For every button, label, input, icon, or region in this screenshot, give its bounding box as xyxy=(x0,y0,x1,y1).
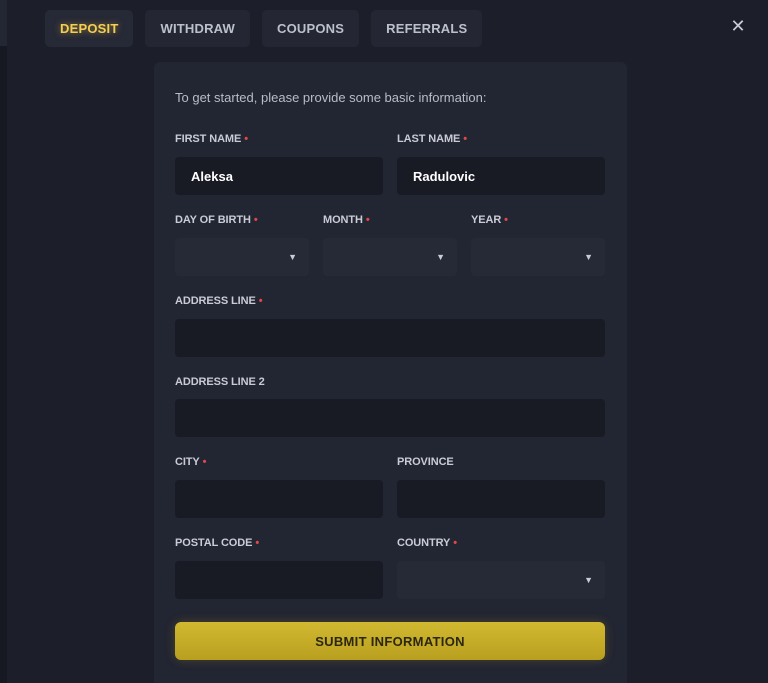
required-marker: • xyxy=(453,537,458,549)
month-select[interactable]: ▼ xyxy=(323,238,457,276)
required-marker: • xyxy=(258,295,263,307)
deposit-modal: DEPOSIT WITHDRAW COUPONS REFERRALS ✕ To … xyxy=(0,0,768,683)
first-name-label-text: FIRST NAME xyxy=(175,133,242,145)
required-marker: • xyxy=(202,456,207,468)
required-marker: • xyxy=(255,537,260,549)
address-line-input[interactable] xyxy=(175,319,605,357)
first-name-input[interactable]: Aleksa xyxy=(175,157,383,195)
close-icon[interactable]: ✕ xyxy=(728,16,748,36)
address-line2-input[interactable] xyxy=(175,399,605,437)
required-marker: • xyxy=(253,214,258,226)
tab-bar: DEPOSIT WITHDRAW COUPONS REFERRALS xyxy=(45,10,483,47)
tab-deposit[interactable]: DEPOSIT xyxy=(45,10,134,47)
year-label: YEAR • xyxy=(471,214,508,226)
backdrop-edge xyxy=(0,0,7,683)
form-intro: To get started, please provide some basi… xyxy=(175,90,487,105)
backdrop-edge-highlight xyxy=(0,0,7,46)
first-name-label: FIRST NAME • xyxy=(175,133,248,145)
month-label-text: MONTH xyxy=(323,214,363,226)
country-select[interactable]: ▼ xyxy=(397,561,605,599)
last-name-label: LAST NAME • xyxy=(397,133,467,145)
required-marker: • xyxy=(365,214,370,226)
postal-code-label: POSTAL CODE • xyxy=(175,537,259,549)
required-marker: • xyxy=(244,133,248,145)
chevron-down-icon: ▼ xyxy=(584,252,593,262)
last-name-input[interactable]: Radulovic xyxy=(397,157,605,195)
tab-withdraw[interactable]: WITHDRAW xyxy=(145,10,250,47)
required-marker: • xyxy=(504,214,508,226)
day-of-birth-label: DAY OF BIRTH • xyxy=(175,214,258,226)
chevron-down-icon: ▼ xyxy=(436,252,445,262)
address-line-label-text: ADDRESS LINE xyxy=(175,295,256,307)
address-line2-label: ADDRESS LINE 2 xyxy=(175,376,265,388)
address-line2-label-text: ADDRESS LINE 2 xyxy=(175,376,265,388)
info-form-panel: To get started, please provide some basi… xyxy=(154,62,627,683)
last-name-label-text: LAST NAME xyxy=(397,133,461,145)
required-marker: • xyxy=(463,133,468,145)
tab-referrals[interactable]: REFERRALS xyxy=(371,10,483,47)
year-label-text: YEAR xyxy=(471,214,502,226)
chevron-down-icon: ▼ xyxy=(288,252,297,262)
country-label: COUNTRY • xyxy=(397,537,457,549)
day-of-birth-select[interactable]: ▼ xyxy=(175,238,309,276)
address-line-label: ADDRESS LINE • xyxy=(175,295,263,307)
month-label: MONTH • xyxy=(323,214,370,226)
province-label: PROVINCE xyxy=(397,456,454,468)
city-input[interactable] xyxy=(175,480,383,518)
city-label: CITY • xyxy=(175,456,207,468)
province-input[interactable] xyxy=(397,480,605,518)
province-label-text: PROVINCE xyxy=(397,456,454,468)
city-label-text: CITY xyxy=(175,456,200,468)
postal-code-input[interactable] xyxy=(175,561,383,599)
country-label-text: COUNTRY xyxy=(397,537,451,549)
tab-coupons[interactable]: COUPONS xyxy=(262,10,360,47)
submit-information-button[interactable]: SUBMIT INFORMATION xyxy=(175,622,605,660)
year-select[interactable]: ▼ xyxy=(471,238,605,276)
postal-code-label-text: POSTAL CODE xyxy=(175,537,253,549)
day-of-birth-label-text: DAY OF BIRTH xyxy=(175,214,251,226)
chevron-down-icon: ▼ xyxy=(584,575,593,585)
